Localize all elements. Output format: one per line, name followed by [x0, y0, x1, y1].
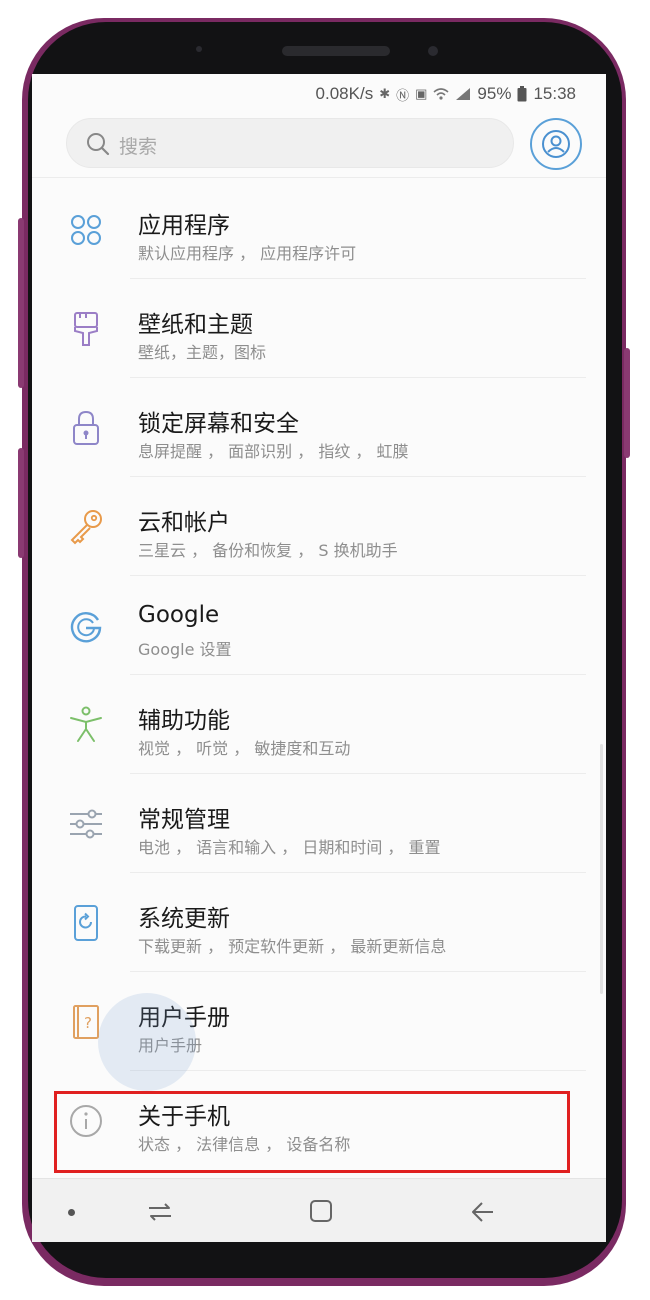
- battery-percent: 95%: [477, 84, 512, 103]
- battery-icon: [517, 86, 527, 102]
- signal-icon: [456, 88, 471, 100]
- status-bar: 0.08K/s ✱ Ⓝ ▣ 95% 15:38: [32, 74, 606, 114]
- item-title: 系统更新: [138, 906, 230, 932]
- divider: [32, 177, 606, 178]
- item-title: 壁纸和主题: [138, 312, 253, 338]
- clock: 15:38: [533, 84, 576, 103]
- account-button[interactable]: [530, 118, 582, 170]
- settings-item-cloud-accounts[interactable]: 云和帐户 三星云 ， 备份和恢复 ， S 换机助手: [32, 477, 606, 576]
- nfc-icon: Ⓝ: [396, 87, 410, 103]
- item-title: Google: [138, 602, 220, 628]
- settings-item-wallpaper-themes[interactable]: 壁纸和主题 壁纸，主题，图标: [32, 279, 606, 378]
- home-icon[interactable]: [308, 1198, 334, 1224]
- key-icon: [70, 510, 102, 545]
- side-button: [18, 448, 24, 558]
- item-subtitle: Google 设置: [138, 640, 232, 659]
- sensor: [196, 46, 202, 52]
- settings-item-google[interactable]: Google Google 设置: [32, 576, 606, 675]
- item-title: 应用程序: [138, 213, 230, 239]
- search-icon: [87, 133, 110, 156]
- google-icon: [70, 612, 102, 643]
- item-subtitle: 壁纸，主题，图标: [138, 343, 267, 362]
- settings-item-apps[interactable]: 应用程序 默认应用程序 ， 应用程序许可: [32, 180, 606, 279]
- item-subtitle: 下载更新 ， 预定软件更新 ， 最新更新信息: [138, 937, 447, 956]
- earpiece: [282, 46, 390, 56]
- item-subtitle: 电池 ， 语言和输入 ， 日期和时间 ， 重置: [138, 838, 441, 857]
- vibrate-icon: ▣: [415, 86, 428, 101]
- item-subtitle: 视觉 ， 听觉 ， 敏捷度和互动: [138, 739, 351, 758]
- side-button: [18, 218, 24, 388]
- scrollbar[interactable]: [600, 744, 603, 994]
- brush-icon: [74, 312, 98, 346]
- highlight-box: [54, 1091, 570, 1173]
- bluetooth-icon: ✱: [379, 86, 391, 101]
- settings-item-general-management[interactable]: 常规管理 电池 ， 语言和输入 ， 日期和时间 ， 重置: [32, 774, 606, 873]
- side-button: [624, 348, 630, 458]
- apps-icon: [71, 215, 101, 245]
- lock-icon: [73, 410, 99, 445]
- recent-apps-icon[interactable]: [146, 1199, 174, 1225]
- item-subtitle: 三星云 ， 备份和恢复 ， S 换机助手: [138, 541, 398, 560]
- front-camera: [428, 46, 438, 56]
- item-subtitle: 息屏提醒 ， 面部识别 ， 指纹 ， 虹膜: [138, 442, 409, 461]
- search-placeholder: 搜索: [119, 136, 158, 158]
- svg-text:?: ?: [84, 1014, 92, 1032]
- item-title: 云和帐户: [138, 510, 230, 536]
- item-subtitle: 默认应用程序 ， 应用程序许可: [138, 244, 357, 263]
- navigation-bar: [32, 1178, 606, 1242]
- item-title: 辅助功能: [138, 708, 230, 734]
- nav-dot-icon[interactable]: [68, 1209, 75, 1216]
- item-title: 锁定屏幕和安全: [138, 411, 299, 437]
- wifi-icon: [433, 88, 449, 100]
- touch-ripple: [98, 993, 196, 1091]
- item-title: 常规管理: [138, 807, 230, 833]
- settings-item-accessibility[interactable]: 辅助功能 视觉 ， 听觉 ， 敏捷度和互动: [32, 675, 606, 774]
- account-icon: [542, 130, 570, 158]
- accessibility-icon: [70, 706, 102, 742]
- back-icon[interactable]: [470, 1200, 496, 1224]
- settings-item-software-update[interactable]: 系统更新 下载更新 ， 预定软件更新 ， 最新更新信息: [32, 873, 606, 972]
- net-speed: 0.08K/s: [315, 84, 374, 103]
- update-icon: [74, 905, 98, 941]
- search-input[interactable]: 搜索: [66, 118, 514, 168]
- settings-item-lock-screen-security[interactable]: 锁定屏幕和安全 息屏提醒 ， 面部识别 ， 指纹 ， 虹膜: [32, 378, 606, 477]
- sliders-icon: [70, 809, 102, 839]
